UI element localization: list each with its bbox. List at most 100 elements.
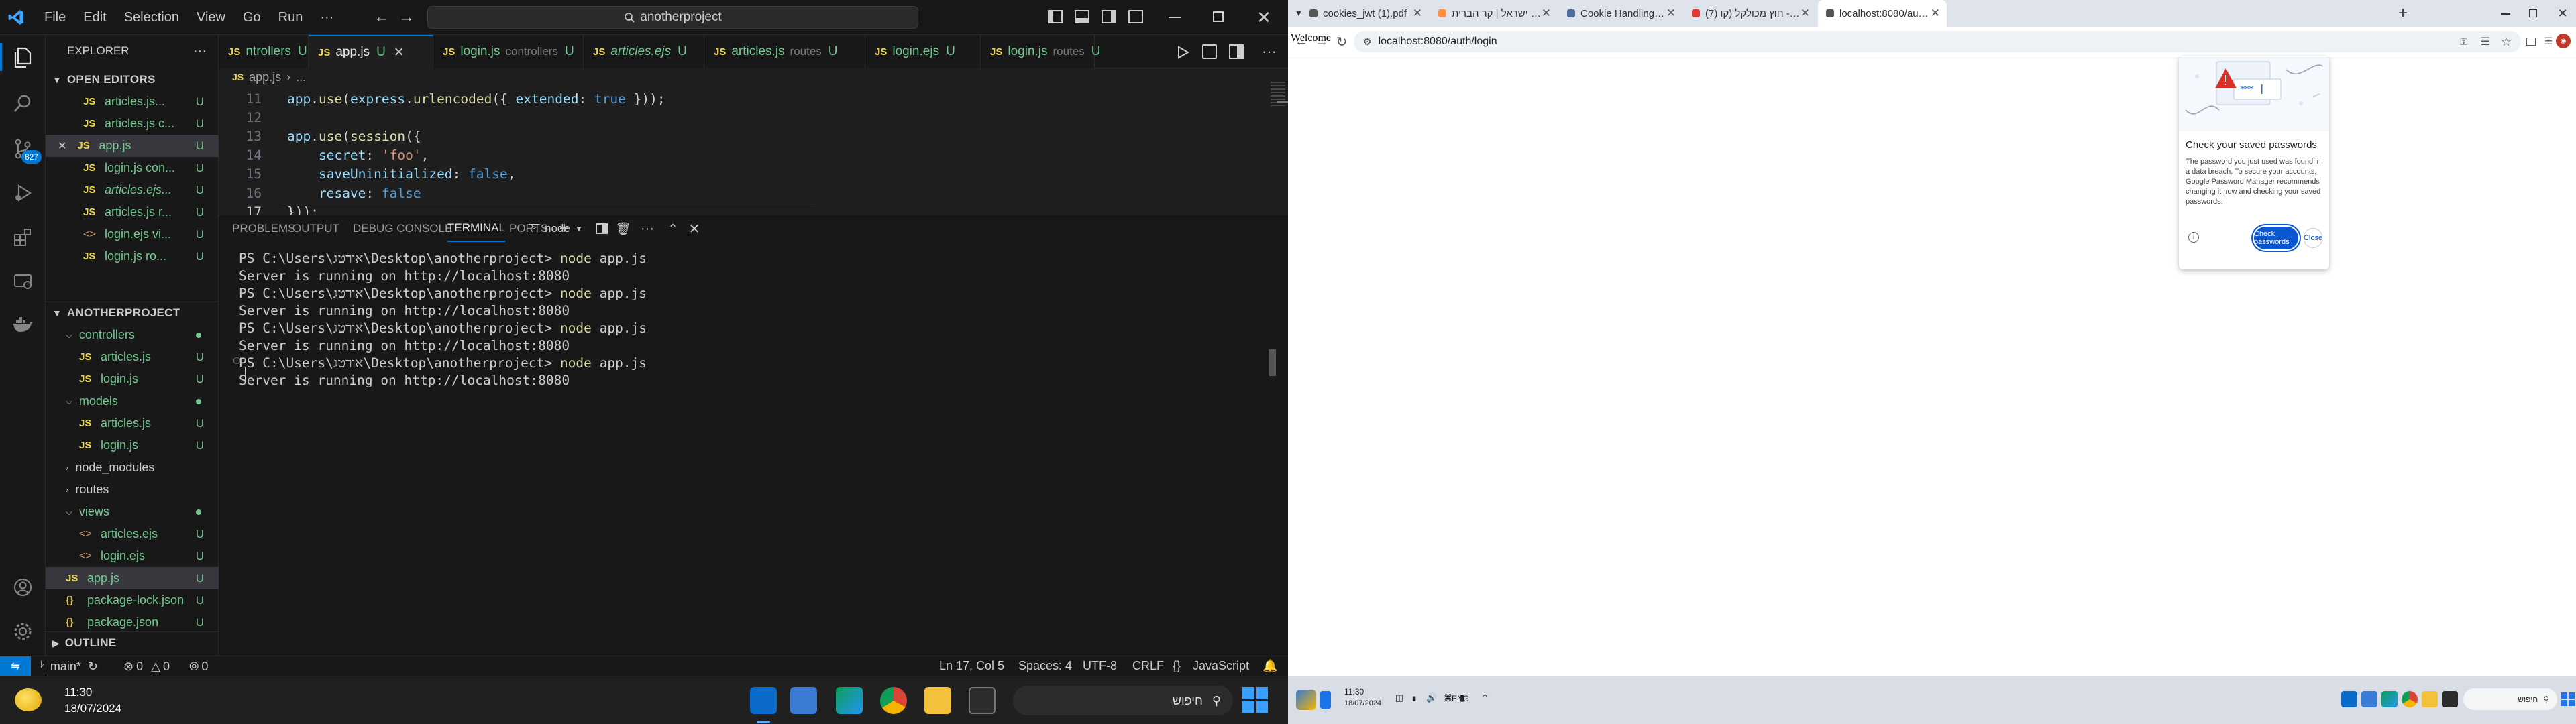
open-editor-item[interactable]: JS login.js con... U: [46, 157, 219, 179]
trash-icon[interactable]: 🗑: [614, 219, 632, 238]
remote-indicator-icon[interactable]: ⇋: [0, 656, 31, 676]
explorer-more-icon[interactable]: ···: [193, 44, 207, 59]
editor-tab[interactable]: JS login.js routes U: [981, 35, 1101, 68]
weather-icon[interactable]: [15, 688, 42, 711]
menu-edit[interactable]: Edit: [83, 10, 106, 25]
file-item[interactable]: JS articles.js U: [46, 346, 219, 368]
folder-icon[interactable]: [2422, 691, 2438, 707]
chevron-up-icon[interactable]: ⌃: [1481, 692, 1489, 703]
breadcrumb-file[interactable]: app.js: [249, 70, 281, 84]
open-editor-item[interactable]: ✕ JS app.js U: [46, 135, 219, 157]
maximize-panel-icon[interactable]: ⌃: [664, 219, 682, 238]
taskbar-search[interactable]: חיפוש ⚲: [2463, 688, 2557, 710]
profile-avatar[interactable]: ◉: [2556, 34, 2571, 48]
vscode-taskbar-icon[interactable]: [750, 687, 777, 714]
folder-item[interactable]: ⌵ models: [46, 390, 219, 412]
address-bar[interactable]: ⚙ localhost:8080/auth/login ⚿ ☰ ☆: [1354, 31, 2521, 52]
camera-icon[interactable]: ◫: [1395, 692, 1403, 703]
clock-time[interactable]: 11:30: [64, 686, 92, 699]
minimap[interactable]: [1268, 68, 1288, 169]
tab-output[interactable]: OUTPUT: [292, 215, 339, 242]
open-editor-item[interactable]: <> login.ejs vi... U: [46, 223, 219, 245]
forward-arrow-icon[interactable]: →: [396, 7, 417, 28]
close-tab-icon[interactable]: ✕: [1413, 7, 1422, 20]
close-dialog-button[interactable]: Close: [2304, 228, 2322, 248]
line-ending[interactable]: CRLF: [1132, 659, 1164, 673]
close-window-icon[interactable]: ✕: [2555, 5, 2571, 21]
more-actions-icon[interactable]: ···: [1257, 40, 1281, 63]
open-editor-item[interactable]: JS articles.ejs... U: [46, 179, 219, 201]
site-info-icon[interactable]: ⚙: [1363, 36, 1372, 48]
clock-time[interactable]: 11:30: [1344, 687, 1364, 697]
editor-tab[interactable]: JS login.js controllers U: [433, 35, 584, 68]
browser-tab[interactable]: Cookie Handling in Node✕: [1559, 0, 1682, 27]
close-tab-icon[interactable]: ✕: [1931, 7, 1940, 20]
language-indicator[interactable]: ENG: [1452, 694, 1469, 703]
command-center-search[interactable]: anotherproject: [427, 6, 918, 29]
new-terminal-icon[interactable]: +: [555, 219, 573, 238]
extensions-icon[interactable]: [11, 225, 35, 249]
reload-icon[interactable]: ↻: [1334, 34, 1350, 50]
folder-item[interactable]: ⌵ controllers: [46, 324, 219, 346]
close-tab-icon[interactable]: ✕: [1666, 7, 1676, 20]
password-key-icon[interactable]: ⚿: [2460, 36, 2467, 48]
menu-go[interactable]: Go: [243, 10, 261, 25]
browser-tab[interactable]: localhost:8080/auth/login✕: [1818, 0, 1947, 27]
folder-item[interactable]: ⌵ views: [46, 501, 219, 523]
menu-more[interactable]: ···: [320, 10, 333, 25]
app-icon[interactable]: [790, 687, 817, 714]
file-item[interactable]: JS login.js U: [46, 434, 219, 457]
folder-item[interactable]: › routes: [46, 479, 219, 501]
info-icon[interactable]: i: [2188, 232, 2199, 243]
indentation[interactable]: Spaces: 4: [1018, 659, 1072, 673]
tab-terminal[interactable]: TERMINAL: [447, 215, 505, 242]
close-window-icon[interactable]: ✕: [1253, 7, 1275, 28]
browser-tab[interactable]: (7) חן בן ארי - חוץ מכולקל (קו...✕: [1684, 0, 1817, 27]
ports-indicator[interactable]: ⦾ 0: [189, 656, 208, 676]
panel-more-icon[interactable]: ···: [637, 219, 657, 238]
toggle-panel-icon[interactable]: [1075, 10, 1089, 23]
reading-list-icon[interactable]: ☰: [2541, 34, 2556, 48]
bluetooth-icon[interactable]: ∎: [1411, 692, 1417, 703]
folder-item[interactable]: › node_modules: [46, 457, 219, 479]
back-arrow-icon[interactable]: ←: [371, 7, 392, 28]
project-header[interactable]: ▼ ANOTHERPROJECT: [46, 302, 219, 324]
compare-changes-icon[interactable]: [1202, 44, 1217, 59]
open-editor-item[interactable]: JS articles.js... U: [46, 90, 219, 113]
menu-view[interactable]: View: [197, 10, 225, 25]
toggle-secondary-sidebar-icon[interactable]: [1102, 10, 1116, 23]
close-tab-icon[interactable]: ✕: [1542, 7, 1551, 20]
menu-run[interactable]: Run: [278, 10, 303, 25]
terminal-app-icon[interactable]: [2442, 691, 2458, 707]
windows-start-icon[interactable]: [2561, 692, 2575, 706]
docker-icon[interactable]: [11, 312, 35, 337]
windows-start-icon[interactable]: [1242, 687, 1268, 713]
file-item[interactable]: JS articles.js U: [46, 412, 219, 434]
toggle-sidebar-icon[interactable]: [1048, 10, 1063, 23]
clock-date[interactable]: 18/07/2024: [1344, 699, 1381, 707]
taskbar-search[interactable]: חיפוש ⚲: [1013, 686, 1233, 715]
search-view-icon[interactable]: [11, 91, 35, 115]
remote-explorer-icon[interactable]: [11, 269, 35, 294]
minimize-icon[interactable]: [2501, 13, 2510, 15]
chrome-icon[interactable]: [2402, 691, 2418, 707]
split-editor-icon[interactable]: [1229, 44, 1244, 59]
accounts-icon[interactable]: [11, 575, 35, 599]
encoding[interactable]: UTF-8: [1083, 659, 1117, 673]
close-panel-icon[interactable]: ✕: [686, 219, 703, 238]
breadcrumb-more[interactable]: ...: [296, 70, 306, 84]
menu-file[interactable]: File: [44, 10, 66, 25]
run-debug-icon[interactable]: [11, 181, 35, 205]
editor-tab[interactable]: JS app.js U ✕: [309, 35, 433, 68]
cursor-position[interactable]: Ln 17, Col 5: [939, 659, 1004, 673]
edge-icon[interactable]: [836, 687, 863, 714]
app-icon[interactable]: [1296, 690, 1316, 710]
editor-tab[interactable]: JS articles.ejs U: [584, 35, 704, 68]
browser-tab[interactable]: דרו נוי ישראל | קר הברית✕: [1430, 0, 1558, 27]
chevron-down-icon[interactable]: ▼: [573, 219, 585, 238]
extensions-icon[interactable]: [2526, 38, 2536, 46]
terminal-output[interactable]: PS C:\Users\אורטג\Desktop\anotherproject…: [219, 250, 1265, 652]
branch-indicator[interactable]: ᛋ main* ↻: [39, 656, 98, 676]
clock-date[interactable]: 18/07/2024: [64, 702, 121, 715]
file-item[interactable]: <> articles.ejs U: [46, 523, 219, 545]
